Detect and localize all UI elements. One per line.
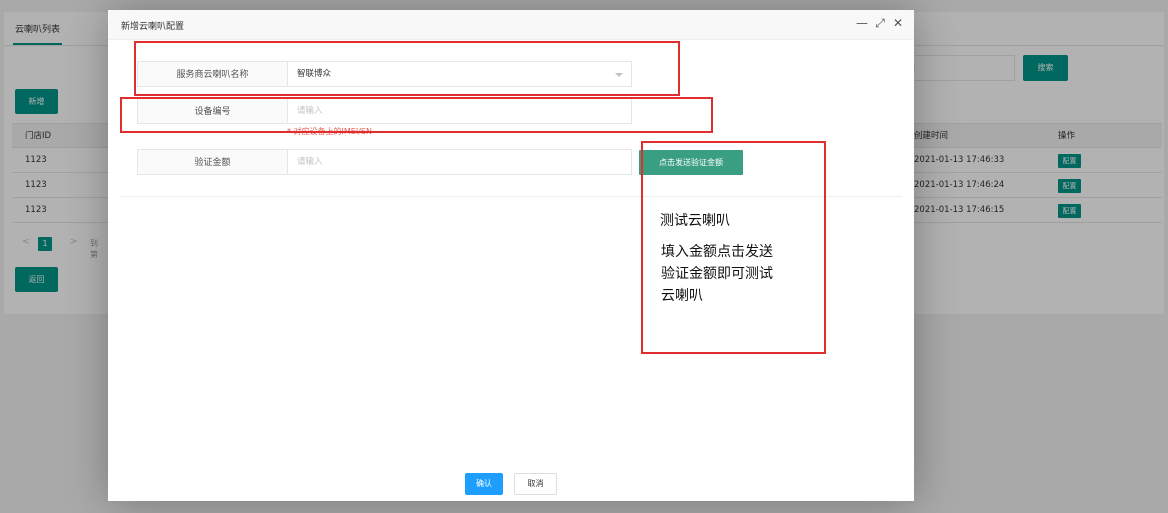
maximize-icon[interactable]: ⤢ (874, 16, 886, 30)
annotation-box-device (120, 97, 713, 133)
dialog-controls: — ⤢ ✕ (856, 16, 904, 30)
annotation-title: 测试云喇叭 (660, 213, 730, 229)
annotation-line: 验证金额即可测试 (661, 266, 773, 282)
annotation-line: 云喇叭 (661, 288, 703, 304)
close-icon[interactable]: ✕ (892, 16, 904, 30)
minimize-icon[interactable]: — (856, 16, 868, 30)
annotation-body: 填入金额点击发送 验证金额即可测试 云喇叭 (661, 241, 773, 307)
verify-amount-label: 验证金额 (137, 149, 288, 175)
dialog-header: 新增云喇叭配置 — ⤢ ✕ (108, 10, 914, 40)
cancel-button[interactable]: 取消 (514, 473, 557, 495)
confirm-button[interactable]: 确认 (465, 473, 503, 495)
annotation-box-provider (134, 41, 680, 96)
verify-amount-input[interactable]: 请输入 (287, 149, 632, 175)
annotation-line: 填入金额点击发送 (661, 244, 773, 260)
dialog-title: 新增云喇叭配置 (121, 22, 185, 32)
